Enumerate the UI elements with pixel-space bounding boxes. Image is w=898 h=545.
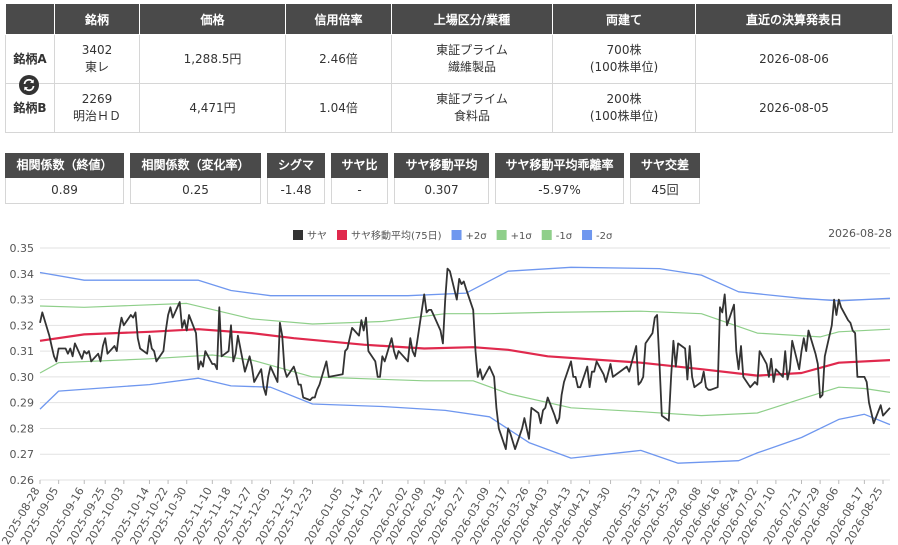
table-row: 銘柄B 2269 明治ＨＤ 4,471円 1.04倍 東証プライム 食料品 200株… xyxy=(5,83,893,133)
header-shares: 両建て xyxy=(552,3,696,35)
stock-a-shares: 700株 xyxy=(606,43,642,57)
legend-label-3: +1σ xyxy=(511,231,533,242)
stat-sigma: シグマ -1.48 xyxy=(267,153,325,204)
stat-spread-ma-deviation: サヤ移動平均乖離率 -5.97% xyxy=(495,153,624,204)
pair-info-table: 銘柄 価格 信用倍率 上場区分/業種 両建て 直近の決算発表日 銘柄A 3402… xyxy=(5,3,893,133)
stat-label: サヤ交差 xyxy=(630,153,700,178)
y-tick-label: 0.32 xyxy=(10,319,35,332)
stock-a-label-cell: 銘柄A xyxy=(5,34,55,95)
stat-value: 0.307 xyxy=(394,178,489,204)
stat-value: 0.25 xyxy=(130,178,261,204)
stat-label: 相関係数（変化率） xyxy=(130,153,261,178)
legend-label-1: サヤ移動平均(75日) xyxy=(351,229,442,242)
stock-b-shares: 200株 xyxy=(606,92,642,106)
legend-swatch-5 xyxy=(582,230,593,240)
stock-a-price: 1,288.5円 xyxy=(139,34,286,84)
stat-spread-ma: サヤ移動平均 0.307 xyxy=(394,153,489,204)
stock-b-price: 4,471円 xyxy=(139,83,286,133)
legend-label-2: +2σ xyxy=(466,231,488,242)
stock-a-cell[interactable]: 3402 東レ xyxy=(54,34,140,84)
legend-label-5: -2σ xyxy=(596,231,613,242)
stock-a-sector: 繊維製品 xyxy=(447,60,496,74)
stat-label: シグマ xyxy=(267,153,325,178)
y-tick-label: 0.28 xyxy=(10,422,35,435)
legend-swatch-3 xyxy=(496,230,507,240)
stock-a-market-cell: 東証プライム 繊維製品 xyxy=(391,34,553,84)
stat-value: 0.89 xyxy=(5,178,124,204)
header-market: 上場区分/業種 xyxy=(391,3,553,35)
stat-spread-ratio: サヤ比 - xyxy=(331,153,388,204)
stock-a-name: 東レ xyxy=(84,60,109,74)
stat-value: -5.97% xyxy=(495,178,624,204)
series-line-4 xyxy=(39,354,891,417)
spread-chart: 0.260.270.280.290.300.310.320.330.340.35… xyxy=(0,227,892,545)
header-stock: 銘柄 xyxy=(54,3,140,35)
y-tick-label: 0.31 xyxy=(10,345,35,358)
stock-b-code: 2269 xyxy=(81,92,113,106)
header-margin-ratio: 信用倍率 xyxy=(285,3,392,35)
legend-swatch-2 xyxy=(451,230,462,240)
stock-b-name: 明治ＨＤ xyxy=(72,109,121,123)
y-tick-label: 0.34 xyxy=(10,268,35,281)
stat-value: -1.48 xyxy=(267,178,325,204)
series-line-1 xyxy=(39,328,891,377)
stock-a-earnings-date: 2026-08-06 xyxy=(695,34,893,84)
stat-label: サヤ移動平均乖離率 xyxy=(495,153,624,178)
stat-value: - xyxy=(331,178,388,204)
stat-label: サヤ比 xyxy=(331,153,388,178)
y-tick-label: 0.29 xyxy=(10,397,35,410)
header-earnings-date: 直近の決算発表日 xyxy=(695,3,893,35)
stat-value: 45回 xyxy=(630,178,700,204)
table-row: 銘柄A 3402 東レ 1,288.5円 2.46倍 東証プライム 繊維製品 700… xyxy=(5,34,893,95)
stock-b-market: 東証プライム xyxy=(436,92,508,106)
series-line-5 xyxy=(39,377,891,464)
stock-b-market-cell: 東証プライム 食料品 xyxy=(391,83,553,133)
stat-spread-cross: サヤ交差 45回 xyxy=(630,153,700,204)
chart-date-label: 2026-08-28 xyxy=(828,227,892,240)
legend-swatch-0 xyxy=(293,230,303,240)
stock-b-margin-ratio: 1.04倍 xyxy=(285,83,392,133)
stock-a-unit: (100株単位) xyxy=(589,60,659,74)
table-header-row: 銘柄 価格 信用倍率 上場区分/業種 両建て 直近の決算発表日 xyxy=(5,3,893,35)
stock-a-margin-ratio: 2.46倍 xyxy=(285,34,392,84)
y-tick-label: 0.27 xyxy=(10,448,35,461)
y-tick-label: 0.30 xyxy=(10,371,35,384)
swap-icon[interactable] xyxy=(19,75,39,95)
y-tick-label: 0.33 xyxy=(10,294,35,307)
legend-swatch-4 xyxy=(541,230,552,240)
stat-correlation-change: 相関係数（変化率） 0.25 xyxy=(130,153,261,204)
series-line-0 xyxy=(39,267,891,451)
stock-b-earnings-date: 2026-08-05 xyxy=(695,83,893,133)
stat-correlation-close: 相関係数（終値） 0.89 xyxy=(5,153,124,204)
legend-label-4: -1σ xyxy=(556,231,573,242)
legend-label-0: サヤ xyxy=(307,230,327,242)
stat-label: 相関係数（終値） xyxy=(5,153,124,178)
stat-label: サヤ移動平均 xyxy=(394,153,489,178)
stock-a-code: 3402 xyxy=(81,43,113,57)
header-blank xyxy=(5,3,55,35)
y-tick-label: 0.35 xyxy=(10,242,35,255)
stock-a-label: 銘柄A xyxy=(13,51,47,66)
header-price: 価格 xyxy=(139,3,286,35)
stock-b-shares-cell: 200株 (100株単位) xyxy=(552,83,696,133)
stock-b-cell[interactable]: 2269 明治ＨＤ xyxy=(54,83,140,133)
stock-a-shares-cell: 700株 (100株単位) xyxy=(552,34,696,84)
stock-a-market: 東証プライム xyxy=(436,43,508,57)
stock-b-sector: 食料品 xyxy=(453,109,490,123)
stock-b-unit: (100株単位) xyxy=(589,109,659,123)
legend-swatch-1 xyxy=(337,230,347,240)
